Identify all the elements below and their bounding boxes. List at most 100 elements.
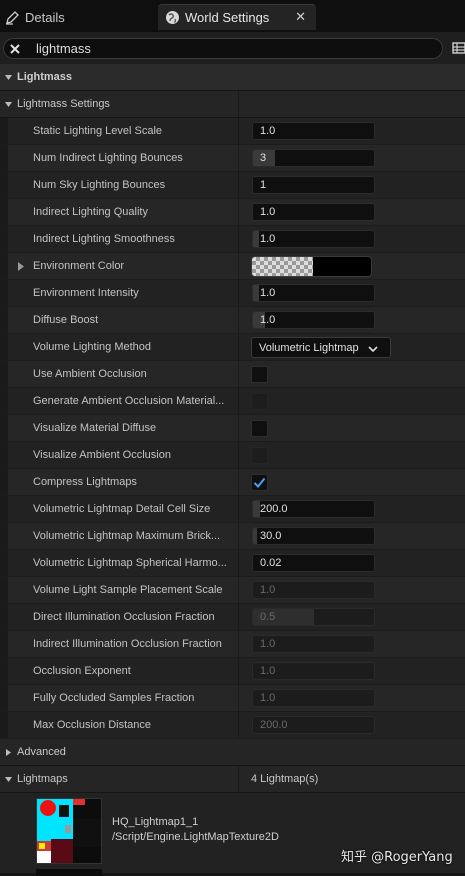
volume-lighting-method-dropdown[interactable]: Volumetric Lightmap xyxy=(251,337,391,358)
property-label: Volumetric Lightmap Detail Cell Size xyxy=(33,503,211,515)
column-divider xyxy=(238,226,239,252)
column-divider xyxy=(238,334,239,360)
property-row: Volumetric Lightmap Maximum Brick... 30.0 xyxy=(0,523,465,550)
column-divider xyxy=(238,253,239,279)
subcategory-lightmass-settings[interactable]: Lightmass Settings xyxy=(0,91,465,118)
lightmap-thumbnail[interactable] xyxy=(36,798,102,864)
row-indent xyxy=(0,523,8,549)
number-field[interactable]: 3 xyxy=(252,149,375,167)
search-row xyxy=(0,32,465,64)
property-label: Fully Occluded Samples Fraction xyxy=(33,692,195,704)
property-row: Direct Illumination Occlusion Fraction 0.… xyxy=(0,604,465,631)
number-value: 200.0 xyxy=(260,503,288,515)
dropdown-value: Volumetric Lightmap xyxy=(259,341,359,354)
number-field[interactable]: 0.02 xyxy=(252,554,375,572)
checkbox[interactable] xyxy=(251,420,268,437)
tab-world-settings[interactable]: World Settings ✕ xyxy=(158,4,316,30)
column-divider xyxy=(238,658,239,684)
column-divider xyxy=(238,388,239,414)
property-row: Visualize Ambient Occlusion xyxy=(0,442,465,469)
subcategory-lightmass-settings-label: Lightmass Settings xyxy=(17,98,110,110)
row-indent xyxy=(0,172,8,198)
view-options-icon[interactable] xyxy=(452,41,465,55)
expand-arrow-icon xyxy=(4,748,14,757)
number-value: 1.0 xyxy=(260,692,276,704)
checkbox[interactable] xyxy=(251,474,268,491)
row-indent xyxy=(0,685,8,711)
column-divider xyxy=(238,523,239,549)
column-divider xyxy=(238,361,239,387)
clear-search-icon[interactable] xyxy=(4,42,26,56)
number-field[interactable]: 1.0 xyxy=(252,311,375,329)
expand-arrow-icon[interactable] xyxy=(17,262,25,274)
property-row: Indirect Illumination Occlusion Fraction… xyxy=(0,631,465,658)
checkbox xyxy=(251,393,268,410)
row-indent xyxy=(0,145,8,171)
property-row: Environment Color xyxy=(0,253,465,280)
row-indent xyxy=(0,253,8,279)
tab-bar: Details World Settings ✕ xyxy=(0,0,465,32)
property-label: Diffuse Boost xyxy=(33,314,99,326)
tab-details[interactable]: Details xyxy=(0,4,150,30)
number-field[interactable]: 30.0 xyxy=(252,527,375,545)
checkmark-icon xyxy=(253,477,266,488)
row-indent xyxy=(0,361,8,387)
number-value: 1.0 xyxy=(260,233,276,245)
row-indent xyxy=(0,118,8,144)
column-divider xyxy=(238,469,239,495)
number-field[interactable]: 200.0 xyxy=(252,500,375,518)
lightmap-thumbnail-next xyxy=(36,869,102,876)
number-field: 1.0 xyxy=(252,635,375,653)
slider-fill xyxy=(253,528,257,544)
number-value: 1.0 xyxy=(260,584,276,596)
property-label: Num Indirect Lighting Bounces xyxy=(33,152,183,164)
collapse-arrow-icon xyxy=(4,100,14,109)
property-label: Indirect Lighting Quality xyxy=(33,206,148,218)
collapse-arrow-icon xyxy=(4,73,14,82)
property-label: Volumetric Lightmap Maximum Brick... xyxy=(33,530,221,542)
column-divider xyxy=(238,442,239,468)
number-value: 1.0 xyxy=(260,206,276,218)
row-indent xyxy=(0,604,8,630)
property-panel: Lightmass Lightmass Settings Static Ligh… xyxy=(0,64,465,876)
property-label: Volumetric Lightmap Spherical Harmo... xyxy=(33,557,227,569)
category-lightmass-label: Lightmass xyxy=(17,71,73,83)
subcategory-advanced-label: Advanced xyxy=(17,746,66,758)
category-lightmass[interactable]: Lightmass xyxy=(0,64,465,91)
row-indent xyxy=(0,658,8,684)
checkbox[interactable] xyxy=(251,366,268,383)
color-swatch[interactable] xyxy=(251,256,372,277)
globe-icon xyxy=(164,10,180,26)
subcategory-advanced[interactable]: Advanced xyxy=(0,739,465,766)
property-row: Fully Occluded Samples Fraction 1.0 xyxy=(0,685,465,712)
tab-world-settings-label: World Settings xyxy=(185,10,270,25)
column-divider xyxy=(238,550,239,576)
number-field[interactable]: 1.0 xyxy=(252,284,375,302)
property-row: Max Occlusion Distance 200.0 xyxy=(0,712,465,739)
column-divider xyxy=(238,685,239,711)
column-divider xyxy=(238,604,239,630)
number-field: 0.5 xyxy=(252,608,375,626)
column-divider xyxy=(238,91,239,117)
number-value: 0.5 xyxy=(260,611,276,623)
property-row: Generate Ambient Occlusion Material... xyxy=(0,388,465,415)
close-icon[interactable]: ✕ xyxy=(295,9,306,25)
subcategory-lightmaps[interactable]: Lightmaps 4 Lightmap(s) xyxy=(0,766,465,793)
number-field[interactable]: 1.0 xyxy=(252,203,375,221)
property-label: Environment Color xyxy=(33,260,125,272)
property-row: Use Ambient Occlusion xyxy=(0,361,465,388)
watermark: 知乎 @RogerYang xyxy=(341,850,453,865)
tab-details-label: Details xyxy=(25,9,65,25)
number-field[interactable]: 1.0 xyxy=(252,230,375,248)
alpha-checker xyxy=(252,257,313,276)
search-input[interactable] xyxy=(36,41,416,56)
number-field: 200.0 xyxy=(252,716,375,734)
property-row: Num Sky Lighting Bounces 1 xyxy=(0,172,465,199)
number-field[interactable]: 1 xyxy=(252,176,375,194)
property-row: Environment Intensity 1.0 xyxy=(0,280,465,307)
number-field[interactable]: 1.0 xyxy=(252,122,375,140)
property-row: Compress Lightmaps xyxy=(0,469,465,496)
column-divider xyxy=(238,307,239,333)
property-label: Volume Light Sample Placement Scale xyxy=(33,584,223,596)
property-label: Compress Lightmaps xyxy=(33,476,137,488)
